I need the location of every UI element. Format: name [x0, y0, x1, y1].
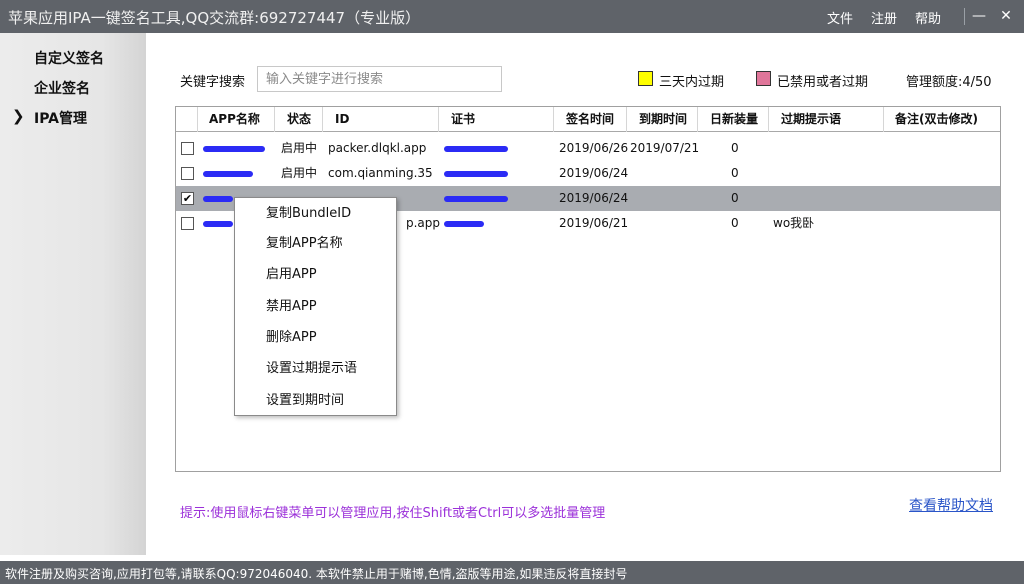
menu-item-set-expire-time[interactable]: 设置到期时间: [235, 387, 396, 415]
table-row[interactable]: 启用中 com.qianming.35 2019/06/24 0: [176, 161, 1000, 186]
table-row[interactable]: 启用中 packer.dlqkl.app 2019/06/26 2019/07/…: [176, 136, 1000, 161]
sidebar-item-custom-sign[interactable]: 自定义签名: [0, 45, 146, 69]
row-checkbox-checked[interactable]: ✔: [181, 192, 194, 205]
status-cell: 启用中: [281, 166, 318, 180]
row-checkbox[interactable]: [181, 142, 194, 155]
bundle-id-cell: p.app: [406, 216, 441, 230]
bundle-id-cell: com.qianming.35: [328, 166, 433, 180]
sign-time-cell: 2019/06/24: [559, 191, 629, 205]
cert-redacted: [444, 161, 508, 186]
search-label: 关键字搜索: [180, 75, 246, 90]
column-header-app-name[interactable]: APP名称: [198, 107, 275, 132]
daily-installs-cell: 0: [731, 216, 739, 230]
column-header-daily-installs[interactable]: 日新装量: [698, 107, 769, 132]
menu-register[interactable]: 注册: [871, 8, 897, 27]
sign-time-cell: 2019/06/21: [559, 216, 629, 230]
legend-disabled-swatch: [756, 71, 771, 86]
sidebar-item-ipa-manage[interactable]: ❯ IPA管理: [0, 105, 146, 129]
close-icon[interactable]: ✕: [995, 5, 1017, 27]
menu-item-copy-bundle-id[interactable]: 复制BundleID: [235, 200, 396, 228]
menu-item-enable-app[interactable]: 启用APP: [235, 261, 396, 289]
table-header: APP名称 状态 ID 证书 签名时间 到期时间 日新装量 过期提示语 备注(双…: [176, 107, 1000, 132]
column-header-status[interactable]: 状态: [275, 107, 323, 132]
cert-redacted: [444, 136, 508, 161]
column-header-sign-time[interactable]: 签名时间: [554, 107, 627, 132]
status-cell: 启用中: [281, 141, 318, 155]
titlebar-divider: [964, 8, 965, 25]
legend-disabled-label: 已禁用或者过期: [777, 75, 869, 90]
column-header-expire-tip[interactable]: 过期提示语: [769, 107, 884, 132]
quota-text: 管理额度:4/50: [906, 75, 992, 90]
menu-item-disable-app[interactable]: 禁用APP: [235, 293, 396, 321]
title-bar: 苹果应用IPA一键签名工具,QQ交流群:692727447（专业版） 文件 注册…: [0, 0, 1024, 33]
cert-redacted: [444, 186, 508, 211]
app-name-redacted: [203, 211, 233, 236]
search-input[interactable]: [257, 66, 502, 92]
column-header-expire-time[interactable]: 到期时间: [627, 107, 698, 132]
expire-time-cell: 2019/07/21: [630, 141, 700, 155]
column-header-note[interactable]: 备注(双击修改): [884, 107, 1000, 132]
help-doc-link[interactable]: 查看帮助文档: [909, 495, 993, 515]
legend-expire-soon-swatch: [638, 71, 653, 86]
expire-tip-cell: wo我卧: [773, 216, 815, 230]
daily-installs-cell: 0: [731, 141, 739, 155]
column-header-cert[interactable]: 证书: [439, 107, 554, 132]
chevron-right-icon: ❯: [12, 107, 25, 125]
daily-installs-cell: 0: [731, 191, 739, 205]
sidebar-item-label: 企业签名: [34, 81, 90, 97]
menu-file[interactable]: 文件: [827, 8, 853, 27]
menu-item-copy-app-name[interactable]: 复制APP名称: [235, 230, 396, 258]
sidebar-item-label: IPA管理: [34, 111, 88, 127]
column-header-id[interactable]: ID: [323, 107, 439, 132]
status-bar: 软件注册及购买咨询,应用打包等,请联系QQ:972046040. 本软件禁止用于…: [0, 561, 1024, 584]
hint-text: 提示:使用鼠标右键菜单可以管理应用,按住Shift或者Ctrl可以多选批量管理: [180, 506, 606, 521]
sign-time-cell: 2019/06/24: [559, 166, 629, 180]
cert-redacted: [444, 211, 484, 236]
app-name-redacted: [203, 186, 233, 211]
minimize-icon[interactable]: —: [968, 5, 990, 27]
bundle-id-cell: packer.dlqkl.app: [328, 141, 427, 155]
daily-installs-cell: 0: [731, 166, 739, 180]
window-title: 苹果应用IPA一键签名工具,QQ交流群:692727447（专业版）: [8, 9, 421, 27]
row-checkbox[interactable]: [181, 217, 194, 230]
sign-time-cell: 2019/06/26: [559, 141, 629, 155]
header-check-col: [176, 107, 198, 132]
sidebar-item-label: 自定义签名: [34, 51, 104, 67]
sidebar: 自定义签名 企业签名 ❯ IPA管理: [0, 33, 146, 555]
context-menu: 复制BundleID 复制APP名称 启用APP 禁用APP 删除APP 设置过…: [234, 197, 397, 416]
sidebar-item-enterprise-sign[interactable]: 企业签名: [0, 75, 146, 99]
app-name-redacted: [203, 136, 265, 161]
app-name-redacted: [203, 161, 253, 186]
menu-item-set-expire-tip[interactable]: 设置过期提示语: [235, 355, 396, 383]
status-text: 软件注册及购买咨询,应用打包等,请联系QQ:972046040. 本软件禁止用于…: [5, 567, 628, 581]
legend-expire-soon-label: 三天内过期: [659, 75, 725, 90]
row-checkbox[interactable]: [181, 167, 194, 180]
menu-item-delete-app[interactable]: 删除APP: [235, 324, 396, 352]
menu-help[interactable]: 帮助: [915, 8, 941, 27]
